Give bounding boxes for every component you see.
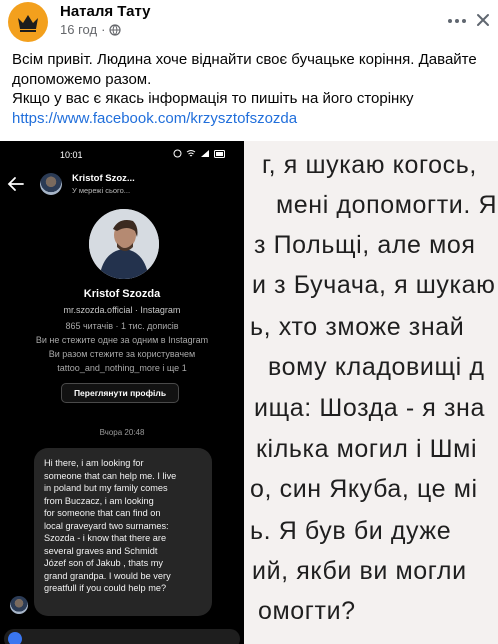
message-line: Szozda - i know that there are bbox=[44, 533, 167, 543]
more-options-button[interactable] bbox=[446, 10, 468, 32]
status-bar: 10:01 bbox=[0, 149, 244, 163]
message-line: Hi there, i am looking for bbox=[44, 458, 144, 468]
translation-crop: г, я шукаю когось, мені допомогти. Я з П… bbox=[248, 141, 498, 644]
translation-line: омогти? bbox=[258, 597, 356, 625]
profile-follow-info: Ви не стежите одне за одним в Instagram bbox=[35, 335, 209, 345]
chat-contact-status: У мережі сього... bbox=[72, 186, 131, 195]
translation-line: о, син Якуба, це мі bbox=[250, 475, 478, 503]
chat-contact-name[interactable]: Kristof Szoz... bbox=[72, 173, 135, 184]
message-line: local graveyard two surnames: bbox=[44, 520, 169, 531]
message-date: Вчора 20:48 bbox=[99, 428, 145, 437]
post-time[interactable]: 16 год bbox=[60, 22, 97, 37]
author-name[interactable]: Наталя Тату bbox=[60, 3, 151, 20]
message-input[interactable] bbox=[4, 629, 240, 644]
message-line: in poland but my family comes bbox=[44, 483, 168, 493]
message-line: from Buczacz, i am looking bbox=[44, 495, 154, 506]
message-line: Józef son of Jakub , thats my bbox=[44, 558, 163, 568]
more-dots-icon bbox=[448, 19, 452, 23]
sender-avatar bbox=[10, 596, 28, 614]
profile-name: Kristof Szozda bbox=[83, 288, 161, 300]
more-dot bbox=[455, 19, 459, 23]
message-bubble: Hi there, i am looking for someone that … bbox=[34, 448, 212, 616]
message-line: for someone that can find on bbox=[44, 508, 161, 518]
phone-screenshot: 10:01 Kristof Szoz... У мережі сього... bbox=[0, 141, 244, 644]
translation-line: кілька могил і Шмі bbox=[256, 435, 478, 463]
post-text-line: Якщо у вас є якась інформація то пишіть … bbox=[12, 90, 414, 107]
translation-line: ь, хто зможе знай bbox=[250, 313, 465, 341]
crown-logo-icon bbox=[18, 15, 38, 32]
wifi-icon bbox=[186, 150, 196, 157]
post-header: Наталя Тату 16 год · bbox=[0, 0, 498, 44]
profile-username: mr.szozda.official · Instagram bbox=[63, 305, 181, 315]
translation-line: з Польщі, але моя bbox=[254, 231, 476, 259]
signal-icon bbox=[201, 150, 209, 157]
profile-photo-image bbox=[89, 209, 159, 279]
translation-line: г, я шукаю когось, bbox=[262, 151, 477, 179]
post-text: Всім привіт. Людина хоче віднайти своє б… bbox=[12, 50, 492, 128]
alarm-icon bbox=[173, 149, 182, 158]
message-line: several graves and Schmidt bbox=[44, 545, 158, 556]
profile-stats: 865 читачів · 1 тис. дописів bbox=[65, 321, 179, 331]
post-text-line: Всім привіт. Людина хоче віднайти своє б… bbox=[12, 51, 477, 68]
profile-photo[interactable] bbox=[89, 209, 159, 279]
more-dot bbox=[462, 19, 466, 23]
message-line: grand grandpa. I would be very bbox=[44, 570, 171, 581]
translation-line: ь. Я був би дуже bbox=[250, 517, 452, 545]
meta-separator: · bbox=[101, 22, 106, 37]
message-line: greatfull if you could help me? bbox=[44, 583, 167, 593]
view-profile-button[interactable]: Переглянути профіль bbox=[61, 383, 179, 403]
close-icon[interactable] bbox=[472, 9, 494, 31]
post-image[interactable]: 10:01 Kristof Szoz... У мережі сього... bbox=[0, 141, 498, 644]
chat-header: Kristof Szoz... У мережі сього... bbox=[0, 171, 244, 201]
post-text-line: допоможемо разом. bbox=[12, 70, 152, 88]
status-time: 10:01 bbox=[60, 150, 83, 160]
translation-line: и з Бучача, я шукаю bbox=[252, 271, 496, 299]
camera-icon[interactable] bbox=[8, 632, 22, 644]
post-meta: 16 год · bbox=[60, 22, 122, 37]
translation-line: мені допомогти. Я bbox=[276, 191, 498, 219]
globe-icon bbox=[109, 23, 122, 36]
battery-icon bbox=[214, 149, 225, 158]
translation-line: ий, якби ви могли bbox=[252, 557, 467, 585]
translation-line: ища: Шозда - я зна bbox=[254, 394, 485, 422]
chat-avatar[interactable] bbox=[40, 173, 62, 195]
profile-mutual-info: Ви разом стежите за користувачем bbox=[48, 349, 196, 359]
profile-mutual-users: tattoo_and_nothing_more і ще 1 bbox=[57, 363, 187, 373]
profile-link[interactable]: https://www.facebook.com/krzysztofszozda bbox=[12, 109, 492, 129]
author-avatar[interactable] bbox=[8, 2, 48, 42]
back-arrow-icon[interactable] bbox=[7, 175, 25, 193]
translation-line: вому кладовищі д bbox=[268, 353, 485, 381]
message-line: someone that can help me. I live bbox=[44, 470, 177, 481]
status-icons bbox=[173, 149, 226, 158]
